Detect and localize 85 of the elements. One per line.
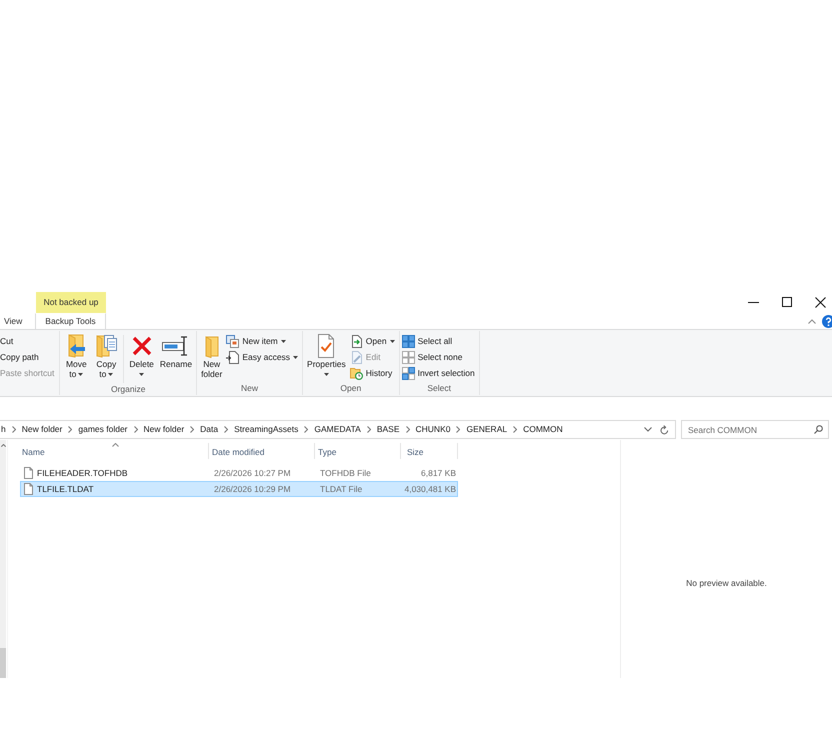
delete-button[interactable]: Delete xyxy=(127,333,156,383)
file-size: 4,030,481 KB xyxy=(403,482,457,496)
ribbon-tab[interactable]: View xyxy=(0,313,30,329)
chevron-right-icon[interactable] xyxy=(134,426,138,433)
documents-icon xyxy=(226,334,240,348)
chevron-right-icon[interactable] xyxy=(513,426,518,433)
search-field[interactable]: Search COMMON xyxy=(681,420,829,439)
breadcrumb[interactable]: GAMEDATA xyxy=(313,424,362,435)
breadcrumb[interactable]: CHUNK0 xyxy=(414,424,452,435)
refresh-icon[interactable] xyxy=(660,424,669,434)
new-folder-button[interactable]: New folder xyxy=(199,333,224,382)
copy-path-button[interactable]: Copy path xyxy=(0,349,54,365)
select-all-button[interactable]: Select all xyxy=(402,333,477,349)
address-bar[interactable]: h New folder games folder New folder Data StreamingAssets GAMEDATA BASE CHUNK0 GENERAL COMMON xyxy=(0,420,676,439)
breadcrumb[interactable]: h xyxy=(0,424,7,435)
file-icon xyxy=(24,483,33,495)
cross-icon xyxy=(130,334,153,358)
group-label: Select xyxy=(426,382,452,395)
chevron-right-icon[interactable] xyxy=(456,426,460,433)
chevron-right-icon[interactable] xyxy=(68,426,72,433)
folder-clock-icon xyxy=(350,366,363,380)
scrollbar-thumb[interactable] xyxy=(0,648,6,678)
help-icon[interactable] xyxy=(822,314,832,328)
select-none-button[interactable]: Select none xyxy=(402,349,477,365)
copy-to-button[interactable]: Copy to xyxy=(92,333,120,383)
breadcrumb[interactable]: GENERAL xyxy=(465,424,508,435)
ribbon-tab[interactable]: Backup Tools xyxy=(35,313,106,329)
file-row[interactable]: FILEHEADER.TOFHDB 2/26/2026 10:27 PM TOFHDB File 6,817 KB xyxy=(20,465,458,481)
file-type: TLDAT File xyxy=(319,482,364,496)
column-header[interactable]: Type xyxy=(315,443,401,459)
breadcrumb[interactable]: games folder xyxy=(77,424,129,435)
history-button[interactable]: History xyxy=(350,365,397,381)
search-icon[interactable] xyxy=(814,425,823,434)
group-label: Organize xyxy=(110,383,146,396)
chevron-up-icon[interactable] xyxy=(808,318,816,324)
file-date: 2/26/2026 10:29 PM xyxy=(213,482,292,496)
column-header[interactable]: Name xyxy=(20,443,209,459)
chevron-right-icon[interactable] xyxy=(406,426,410,433)
grid-icon xyxy=(402,334,415,348)
breadcrumb[interactable]: BASE xyxy=(376,424,401,435)
file-row[interactable]: TLFILE.TLDAT 2/26/2026 10:29 PM TLDAT File 4,030,481 KB xyxy=(20,481,458,497)
breadcrumb[interactable]: COMMON xyxy=(522,424,564,435)
grid-half-icon xyxy=(402,366,415,380)
column-header[interactable]: Date modified xyxy=(209,443,315,459)
file-date: 2/26/2026 10:27 PM xyxy=(213,466,292,480)
folder-pages-icon xyxy=(94,334,118,358)
document-arrow-icon xyxy=(350,334,363,348)
open-button[interactable]: Open xyxy=(350,333,397,349)
invert-selection-button[interactable]: Invert selection xyxy=(402,365,477,381)
folder-icon xyxy=(204,334,220,358)
context-tab-header: Not backed up xyxy=(36,292,106,313)
file-name: TLFILE.TLDAT xyxy=(37,484,94,494)
properties-button[interactable]: Properties xyxy=(305,333,348,382)
file-type: TOFHDB File xyxy=(319,466,372,480)
file-size: 6,817 KB xyxy=(420,466,457,480)
document-arrow-icon xyxy=(226,350,240,364)
chevron-right-icon[interactable] xyxy=(190,426,194,433)
close-icon[interactable] xyxy=(815,297,826,308)
document-check-icon xyxy=(316,334,336,358)
preview-message: No preview available. xyxy=(686,578,767,588)
rename-button[interactable]: Rename xyxy=(158,333,194,383)
group-label: New xyxy=(240,382,260,395)
scrollbar-track[interactable] xyxy=(0,440,6,678)
chevron-right-icon[interactable] xyxy=(224,426,228,433)
file-icon xyxy=(24,467,33,479)
chevron-right-icon[interactable] xyxy=(366,426,371,433)
breadcrumb[interactable]: New folder xyxy=(142,424,186,435)
breadcrumb[interactable]: Data xyxy=(199,424,220,435)
chevron-up-icon xyxy=(112,443,118,447)
group-label: Open xyxy=(339,382,362,395)
move-to-button[interactable]: Move to xyxy=(62,333,90,383)
breadcrumb[interactable]: New folder xyxy=(20,424,64,435)
column-header[interactable]: Size xyxy=(401,443,458,459)
document-pencil-icon xyxy=(350,350,363,364)
new-item-button[interactable]: New item xyxy=(226,333,300,349)
cut-button[interactable]: Cut xyxy=(0,333,54,349)
file-name: FILEHEADER.TOFHDB xyxy=(37,468,128,478)
breadcrumb[interactable]: StreamingAssets xyxy=(233,424,300,435)
chevron-up-icon[interactable] xyxy=(0,444,6,447)
chevron-right-icon[interactable] xyxy=(304,426,308,433)
easy-access-button[interactable]: Easy access xyxy=(226,349,300,365)
maximize-icon[interactable] xyxy=(782,297,792,307)
chevron-right-icon[interactable] xyxy=(12,426,16,433)
chevron-down-icon[interactable] xyxy=(644,427,652,432)
grid-outline-icon xyxy=(402,350,415,364)
